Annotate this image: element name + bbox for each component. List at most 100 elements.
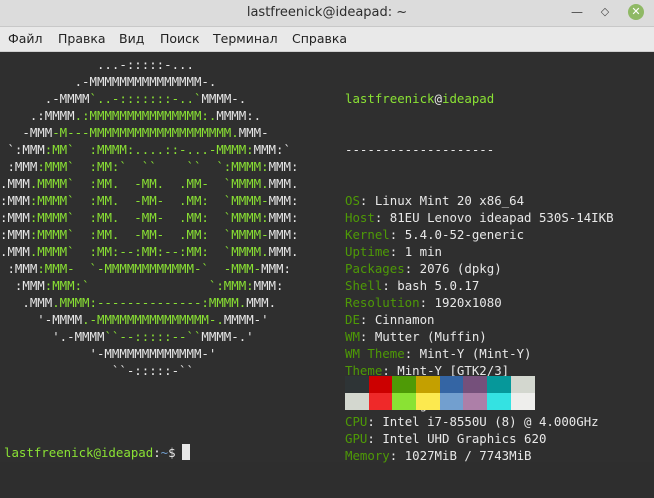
logo-line: ``-:::::-`` bbox=[0, 362, 340, 379]
title-bar[interactable]: lastfreenick@ideapad: ~ — ◇ ✕ bbox=[0, 0, 654, 27]
color-swatch bbox=[463, 376, 488, 393]
logo-segment: .-MMMMMMMMMMMMMMM-. bbox=[82, 312, 224, 327]
info-key: CPU bbox=[345, 414, 368, 429]
info-value: Linux Mint 20 x86_64 bbox=[374, 193, 525, 208]
logo-segment: MMM: bbox=[261, 261, 291, 276]
info-key: Uptime bbox=[345, 244, 390, 259]
logo-segment: `..-:::::::-..` bbox=[89, 91, 202, 106]
color-swatch bbox=[392, 376, 417, 393]
logo-line: .MMM.MMMM` :MM:--:MM:--:MM: `MMMM.MMM. bbox=[0, 243, 340, 260]
logo-segment: .MMM bbox=[0, 295, 53, 310]
info-row: WM: Mutter (Muffin) bbox=[345, 328, 654, 345]
info-value: Intel i7-8550U (8) @ 4.000GHz bbox=[382, 414, 599, 429]
info-key: Host bbox=[345, 210, 375, 225]
color-swatch bbox=[416, 393, 440, 410]
menu-bar: Файл Правка Вид Поиск Терминал Справка bbox=[0, 27, 654, 52]
color-swatch bbox=[487, 376, 511, 393]
color-swatch bbox=[510, 376, 535, 393]
color-swatch bbox=[345, 376, 369, 393]
logo-segment: .MMMM:--------------:MMMM. bbox=[52, 295, 247, 310]
text-cursor bbox=[181, 444, 190, 460]
color-swatch bbox=[345, 393, 369, 410]
logo-segment: :MMM bbox=[0, 261, 38, 276]
logo-line: .MMM.MMMM` :MM. -MM. .MM- `MMMM.MMM. bbox=[0, 175, 340, 192]
color-palette bbox=[345, 376, 535, 410]
logo-segment: MMM. bbox=[246, 295, 277, 310]
info-row: WM Theme: Mint-Y (Mint-Y) bbox=[345, 345, 654, 362]
color-swatch bbox=[368, 376, 393, 393]
logo-line: :MMM:MMM:` `:MMM:MMM: bbox=[0, 277, 340, 294]
info-value: 5.4.0-52-generic bbox=[404, 227, 525, 242]
info-row: OS: Linux Mint 20 x86_64 bbox=[345, 192, 654, 209]
menu-edit[interactable]: Правка bbox=[58, 31, 106, 46]
info-row: CPU: Intel i7-8550U (8) @ 4.000GHz bbox=[345, 413, 654, 430]
info-key: WM Theme bbox=[345, 346, 405, 361]
mint-ascii-logo: ...-:::::-... .-MMMMMMMMMMMMMMM-. .-MMMM… bbox=[0, 56, 340, 379]
info-colon: : bbox=[389, 227, 405, 242]
logo-segment: :MMM:` `:MMM: bbox=[44, 278, 254, 293]
minimize-icon[interactable]: — bbox=[570, 5, 584, 19]
logo-line: :MMM:MMM- `-MMMMMMMMMMMM-` -MMM-MMM: bbox=[0, 260, 340, 277]
color-swatch bbox=[510, 393, 535, 410]
logo-segment: :MMM bbox=[0, 159, 38, 174]
terminal-area[interactable]: ...-:::::-... .-MMMMMMMMMMMMMMM-. .-MMMM… bbox=[0, 52, 654, 463]
menu-view[interactable]: Вид bbox=[119, 31, 144, 46]
logo-segment: ``--:::::--`` bbox=[104, 329, 202, 344]
logo-segment: .-MMMM bbox=[0, 91, 90, 106]
info-key: Packages bbox=[345, 261, 405, 276]
color-swatch bbox=[392, 393, 417, 410]
logo-line: '.-MMMM``--:::::--``MMMM-.' bbox=[0, 328, 340, 345]
menu-terminal[interactable]: Терминал bbox=[213, 31, 278, 46]
logo-segment: ``-:::::-`` bbox=[0, 363, 194, 378]
shell-prompt[interactable]: lastfreenick@ideapad:~$ bbox=[4, 444, 190, 461]
logo-segment: -M---MMMMMMMMMMMMMMMMMMM. bbox=[52, 125, 239, 140]
logo-segment: -MMM bbox=[0, 125, 53, 140]
menu-search[interactable]: Поиск bbox=[160, 31, 200, 46]
info-value: 2076 (dpkg) bbox=[419, 261, 502, 276]
info-colon: : bbox=[367, 431, 383, 446]
color-swatch bbox=[416, 376, 440, 393]
logo-line: :MMM:MMMM` :MM. -MM- .MM: `MMMM-MMM: bbox=[0, 192, 340, 209]
logo-segment: MMM: bbox=[268, 159, 299, 174]
close-icon[interactable]: ✕ bbox=[628, 4, 644, 20]
logo-segment: MMM: bbox=[268, 210, 299, 225]
color-swatch bbox=[463, 393, 488, 410]
info-colon: : bbox=[359, 193, 375, 208]
maximize-icon[interactable]: ◇ bbox=[598, 5, 612, 19]
info-key: GPU bbox=[345, 431, 368, 446]
logo-segment: .MMMM` :MM:--:MM:--:MM: `MMMM. bbox=[29, 244, 269, 259]
info-value: 1 min bbox=[404, 244, 442, 259]
info-value: Intel UHD Graphics 620 bbox=[382, 431, 547, 446]
logo-segment: '-MMMMMMMMMMMMM-' bbox=[0, 346, 217, 361]
prompt-separator: : bbox=[153, 445, 161, 460]
info-value: 1920x1080 bbox=[434, 295, 502, 310]
logo-segment: ...-:::::-... bbox=[0, 57, 194, 72]
info-row: Host: 81EU Lenovo ideapad 530S-14IKB bbox=[345, 209, 654, 226]
logo-segment: :MMM bbox=[0, 193, 30, 208]
logo-line: .MMM.MMMM:--------------:MMMM.MMM. bbox=[0, 294, 340, 311]
info-separator: -------------------- bbox=[345, 142, 495, 157]
logo-line: '-MMMMMMMMMMMMM-' bbox=[0, 345, 340, 362]
menu-file[interactable]: Файл bbox=[8, 31, 43, 46]
menu-help[interactable]: Справка bbox=[292, 31, 347, 46]
info-row: Uptime: 1 min bbox=[345, 243, 654, 260]
color-swatch bbox=[439, 393, 464, 410]
info-row: Kernel: 5.4.0-52-generic bbox=[345, 226, 654, 243]
logo-segment: MMM. bbox=[268, 176, 299, 191]
logo-line: .:MMMM.:MMMMMMMMMMMMMMM:.MMMM:. bbox=[0, 107, 340, 124]
logo-segment: :MMM- `-MMMMMMMMMMMM-` -MMM- bbox=[37, 261, 262, 276]
info-value: bash 5.0.17 bbox=[397, 278, 480, 293]
palette-row bbox=[345, 393, 535, 410]
info-colon: : bbox=[404, 346, 420, 361]
info-colon: : bbox=[367, 414, 383, 429]
info-colon: : bbox=[389, 244, 405, 259]
logo-segment: :MMMM` :MM. -MM- .MM: `MMMM- bbox=[29, 193, 269, 208]
info-key: Shell bbox=[345, 278, 383, 293]
logo-segment: `:MMM bbox=[0, 142, 45, 157]
info-key: DE bbox=[345, 312, 360, 327]
logo-line: .-MMMMMMMMMMMMMMM-. bbox=[0, 73, 340, 90]
info-colon: : bbox=[374, 210, 390, 225]
palette-row bbox=[345, 376, 535, 393]
logo-line: '-MMMM.-MMMMMMMMMMMMMMM-.MMMM-' bbox=[0, 311, 340, 328]
logo-segment: :MMMM` :MM. -MM- .MM: `MMMM- bbox=[29, 227, 269, 242]
